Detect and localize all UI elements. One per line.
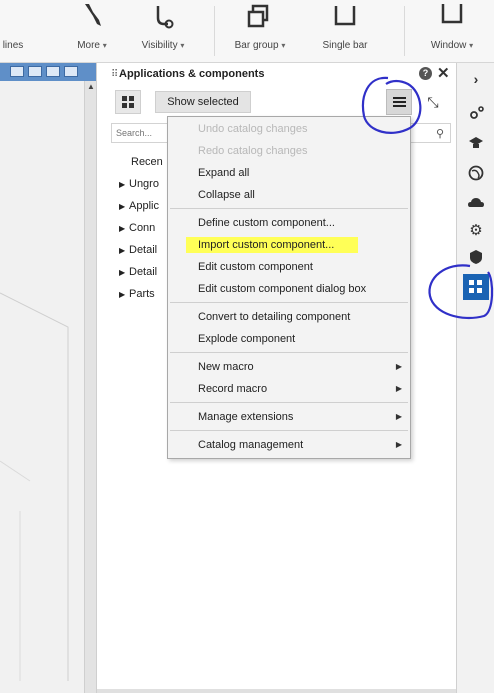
cap-icon[interactable] — [466, 133, 486, 153]
menu-item-new-macro[interactable]: New macro ▶ — [168, 356, 410, 378]
model-viewport[interactable]: ▲ — [0, 63, 97, 693]
visibility-icon — [156, 6, 174, 29]
grid-view-button[interactable] — [115, 90, 141, 114]
menu-item-edit-custom-component[interactable]: Edit custom component — [168, 256, 410, 278]
ribbon-visibility-button[interactable]: Visibility ▾ — [134, 0, 192, 62]
menu-separator — [170, 430, 408, 431]
ribbon-window-button[interactable]: Window ▾ — [420, 0, 484, 62]
menu-separator — [170, 208, 408, 209]
menu-item-collapse-all[interactable]: Collapse all — [168, 184, 410, 206]
panel-bottom-edge — [97, 689, 457, 693]
ribbon: lines More ▾ Visibility ▾ Bar group ▾ Si… — [0, 0, 494, 63]
grip-icon[interactable]: ⠿ — [111, 69, 118, 80]
model-wireframe — [0, 292, 69, 681]
panel-toolbar: Show selected ⤡ — [97, 86, 457, 118]
collapse-arrows-icon[interactable]: ⤡ — [423, 92, 443, 112]
viewport-minimize-button[interactable] — [28, 66, 42, 77]
hamburger-icon — [393, 105, 406, 107]
ribbon-window-label: Window ▾ — [430, 40, 474, 51]
ribbon-separator — [214, 6, 215, 56]
menu-item-catalog-management[interactable]: Catalog management ▶ — [168, 434, 410, 456]
single-bar-icon — [334, 6, 356, 26]
wrench-icon — [85, 4, 101, 26]
ribbon-visibility-label: Visibility ▾ — [141, 40, 185, 51]
ribbon-lines[interactable]: lines — [0, 0, 28, 62]
shield-icon[interactable] — [466, 247, 486, 267]
menu-item-undo-catalog-changes: Undo catalog changes — [198, 123, 308, 135]
menu-item-import-custom-component[interactable]: Import custom component... — [168, 234, 410, 256]
expand-arrow-icon[interactable]: ▶ — [119, 262, 129, 284]
menu-separator — [170, 352, 408, 353]
panel-header: ⠿ Applications & components ? ✕ — [97, 63, 457, 85]
applications-components-icon[interactable] — [463, 274, 489, 300]
viewport-title-bar — [0, 63, 96, 81]
viewport-minimize-button[interactable] — [10, 66, 24, 77]
menu-item-manage-extensions[interactable]: Manage extensions ▶ — [168, 406, 410, 428]
window-icon — [441, 4, 463, 24]
settings-dots-icon[interactable] — [466, 103, 486, 123]
bar-group-icon — [247, 4, 269, 28]
expand-arrow-icon[interactable]: ▶ — [119, 174, 129, 196]
gear-icon[interactable]: ⚙ — [466, 221, 486, 241]
ribbon-single-bar-label: Single bar — [322, 40, 368, 51]
menu-button[interactable] — [386, 89, 412, 115]
menu-item-record-macro[interactable]: Record macro ▶ — [168, 378, 410, 400]
ribbon-bar-group-button[interactable]: Bar group ▾ — [230, 0, 290, 62]
side-pane-bar: › ⚙ — [456, 63, 494, 693]
viewport-close-button[interactable] — [64, 66, 78, 77]
menu-separator — [170, 302, 408, 303]
menu-item-expand-all[interactable]: Expand all — [168, 162, 410, 184]
expand-arrow-icon[interactable]: ▶ — [119, 218, 129, 240]
submenu-arrow-icon: ▶ — [395, 412, 402, 421]
globe-icon[interactable] — [466, 163, 486, 183]
ribbon-separator — [404, 6, 405, 56]
menu-item-convert-to-detailing-component[interactable]: Convert to detailing component — [168, 306, 410, 328]
expand-arrow-icon[interactable]: ▶ — [119, 284, 129, 306]
menu-separator — [170, 402, 408, 403]
chevron-right-icon[interactable]: › — [466, 69, 486, 89]
hamburger-icon — [393, 97, 406, 99]
submenu-arrow-icon: ▶ — [395, 362, 402, 371]
menu-item-explode-component[interactable]: Explode component — [168, 328, 410, 350]
show-selected-button[interactable]: Show selected — [155, 91, 251, 113]
menu-item-edit-custom-component-dialog-box[interactable]: Edit custom component dialog box — [168, 278, 410, 300]
menu-item-redo-catalog-changes: Redo catalog changes — [198, 145, 308, 157]
help-icon[interactable]: ? — [419, 67, 432, 80]
panel-title: Applications & components — [119, 68, 265, 80]
expand-arrow-icon[interactable]: ▶ — [119, 196, 129, 218]
ribbon-bar-group-label: Bar group ▾ — [234, 40, 286, 51]
viewport-maximize-button[interactable] — [46, 66, 60, 77]
close-icon[interactable]: ✕ — [437, 64, 450, 82]
menu-item-define-custom-component[interactable]: Define custom component... — [168, 212, 410, 234]
expand-arrow-icon[interactable]: ▶ — [119, 240, 129, 262]
catalog-options-menu: Undo catalog changes Redo catalog change… — [167, 116, 411, 459]
ribbon-more-label: More ▾ — [77, 40, 107, 51]
cloud-icon[interactable] — [466, 193, 486, 213]
search-icon[interactable]: ⚲ — [436, 127, 444, 140]
ribbon-lines-label: lines — [2, 40, 24, 51]
ribbon-single-bar-button[interactable]: Single bar — [310, 0, 380, 62]
hamburger-icon — [393, 101, 406, 103]
submenu-arrow-icon: ▶ — [395, 384, 402, 393]
ribbon-more-button[interactable]: More ▾ — [70, 0, 114, 62]
grid-icon — [122, 96, 134, 108]
submenu-arrow-icon: ▶ — [395, 440, 402, 449]
